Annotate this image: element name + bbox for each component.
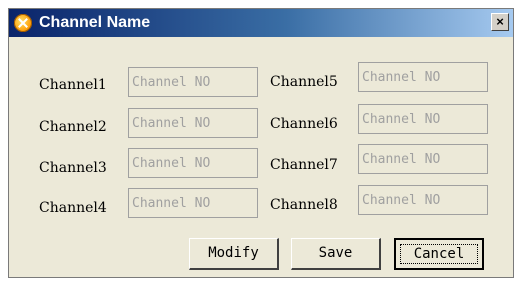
channel7-input[interactable] (358, 144, 488, 174)
channel2-label: Channel2 (39, 119, 107, 135)
cancel-button[interactable]: Cancel (394, 238, 484, 270)
channel8-label: Channel8 (270, 197, 338, 213)
channel1-label: Channel1 (39, 77, 107, 93)
channel6-label: Channel6 (270, 116, 338, 132)
modify-button[interactable]: Modify (189, 238, 279, 270)
channel5-label: Channel5 (270, 74, 338, 90)
channel4-label: Channel4 (39, 200, 107, 216)
channel3-input[interactable] (128, 148, 258, 178)
channel7-label: Channel7 (270, 157, 338, 173)
close-icon[interactable]: × (491, 13, 509, 31)
channel1-input[interactable] (128, 67, 258, 97)
focus-rectangle (400, 244, 478, 264)
channel8-input[interactable] (358, 185, 488, 215)
app-icon (14, 14, 32, 32)
channel6-input[interactable] (358, 104, 488, 134)
save-button-label: Save (318, 245, 353, 261)
channel2-input[interactable] (128, 108, 258, 138)
modify-button-label: Modify (208, 245, 259, 261)
channel5-input[interactable] (358, 62, 488, 92)
window-title: Channel Name (39, 14, 151, 31)
title-bar[interactable]: Channel Name × (9, 9, 513, 37)
channel4-input[interactable] (128, 188, 258, 218)
channel-name-dialog: Channel Name × Channel1 Channel2 Channel… (8, 8, 514, 278)
save-button[interactable]: Save (291, 238, 381, 270)
channel3-label: Channel3 (39, 160, 107, 176)
